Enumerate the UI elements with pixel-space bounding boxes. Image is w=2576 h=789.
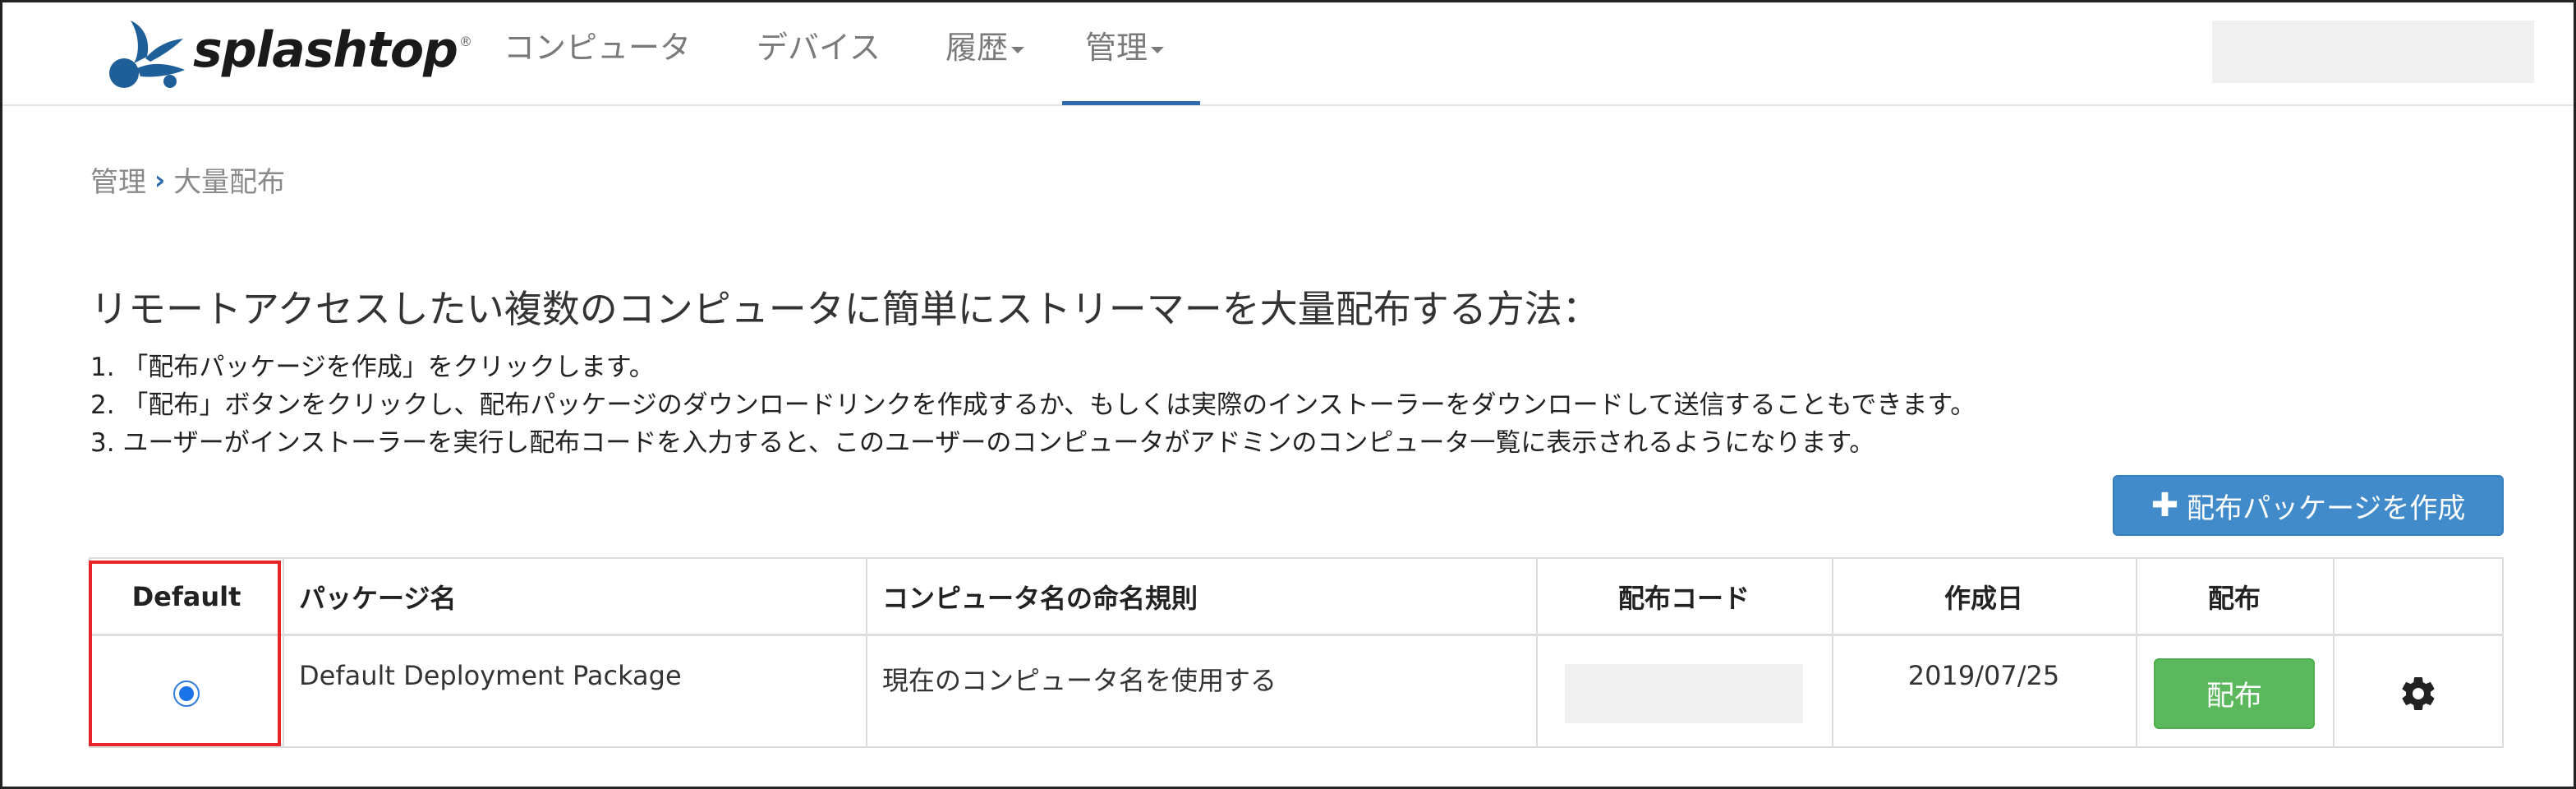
instruction-step-3: 3. ユーザーがインストーラーを実行し配布コードを入力すると、このユーザーのコン…: [90, 428, 1875, 458]
nav-history-dropdown[interactable]: 履歴: [945, 22, 1025, 67]
top-navbar: splashtop ® コンピュータ デバイス 履歴 管理: [2, 2, 2574, 106]
gear-icon[interactable]: [2399, 674, 2438, 713]
plus-icon: ✚: [2150, 487, 2179, 524]
table-header-row: Default パッケージ名 コンピュータ名の命名規則 配布コード 作成日 配布: [90, 559, 2502, 636]
create-package-label: 配布パッケージを作成: [2187, 491, 2466, 525]
deployment-package-table: Default パッケージ名 コンピュータ名の命名規則 配布コード 作成日 配布…: [89, 557, 2504, 748]
settings-cell: [2333, 639, 2504, 748]
instruction-steps: 1. 「配布パッケージを作成」をクリックします。 2. 「配布」ボタンをクリック…: [90, 348, 1976, 462]
deploy-button-label: 配布: [2206, 680, 2262, 713]
deploy-code-cell: [1536, 639, 1832, 748]
column-header-deploy: 配布: [2207, 582, 2261, 614]
column-header-package-name: パッケージ名: [299, 582, 457, 614]
nav-active-indicator: [1062, 101, 1200, 105]
breadcrumb-current: 大量配布: [173, 166, 286, 199]
nav-computers[interactable]: コンピュータ: [504, 22, 691, 67]
nav-admin-label: 管理: [1085, 30, 1148, 66]
caret-down-icon: [1151, 46, 1165, 53]
nav-history-label: 履歴: [945, 30, 1009, 66]
deploy-cell: 配布: [2136, 639, 2333, 748]
package-name-cell: Default Deployment Package: [299, 660, 682, 691]
create-package-button[interactable]: ✚ 配布パッケージを作成: [2113, 475, 2504, 536]
nav-computers-label: コンピュータ: [504, 30, 692, 66]
naming-rule-cell: 現在のコンピュータ名を使用する: [882, 665, 1277, 696]
column-header-created: 作成日: [1944, 582, 2023, 614]
table-row: Default Deployment Package 現在のコンピュータ名を使用…: [90, 639, 2502, 748]
splashtop-logo-icon: [109, 21, 185, 88]
intro-heading: リモートアクセスしたい複数のコンピュータに簡単にストリーマーを大量配布する方法：: [90, 287, 1600, 331]
nav-admin-dropdown[interactable]: 管理: [1085, 22, 1165, 67]
column-header-deploy-code: 配布コード: [1617, 582, 1750, 614]
column-header-naming-rule: コンピュータ名の命名規則: [882, 582, 1198, 614]
registered-mark: ®: [459, 34, 472, 49]
default-column-highlight: [89, 561, 281, 746]
deploy-code-redacted: [1565, 663, 1803, 723]
instruction-step-1: 1. 「配布パッケージを作成」をクリックします。: [90, 353, 655, 382]
user-menu-redacted[interactable]: [2212, 21, 2534, 83]
nav-devices[interactable]: デバイス: [757, 22, 881, 67]
splashtop-logo[interactable]: splashtop ®: [104, 9, 472, 91]
breadcrumb-admin-link[interactable]: 管理: [90, 159, 146, 200]
breadcrumb: 管理 › 大量配布: [90, 159, 285, 200]
chevron-right-icon: ›: [154, 164, 166, 196]
instruction-step-2: 2. 「配布」ボタンをクリックし、配布パッケージのダウンロードリンクを作成するか…: [90, 390, 1976, 420]
nav-devices-label: デバイス: [757, 30, 881, 66]
deploy-button[interactable]: 配布: [2154, 658, 2315, 729]
created-date-cell: 2019/07/25: [1907, 660, 2060, 691]
brand-name: splashtop: [193, 21, 458, 79]
caret-down-icon: [1011, 46, 1025, 53]
